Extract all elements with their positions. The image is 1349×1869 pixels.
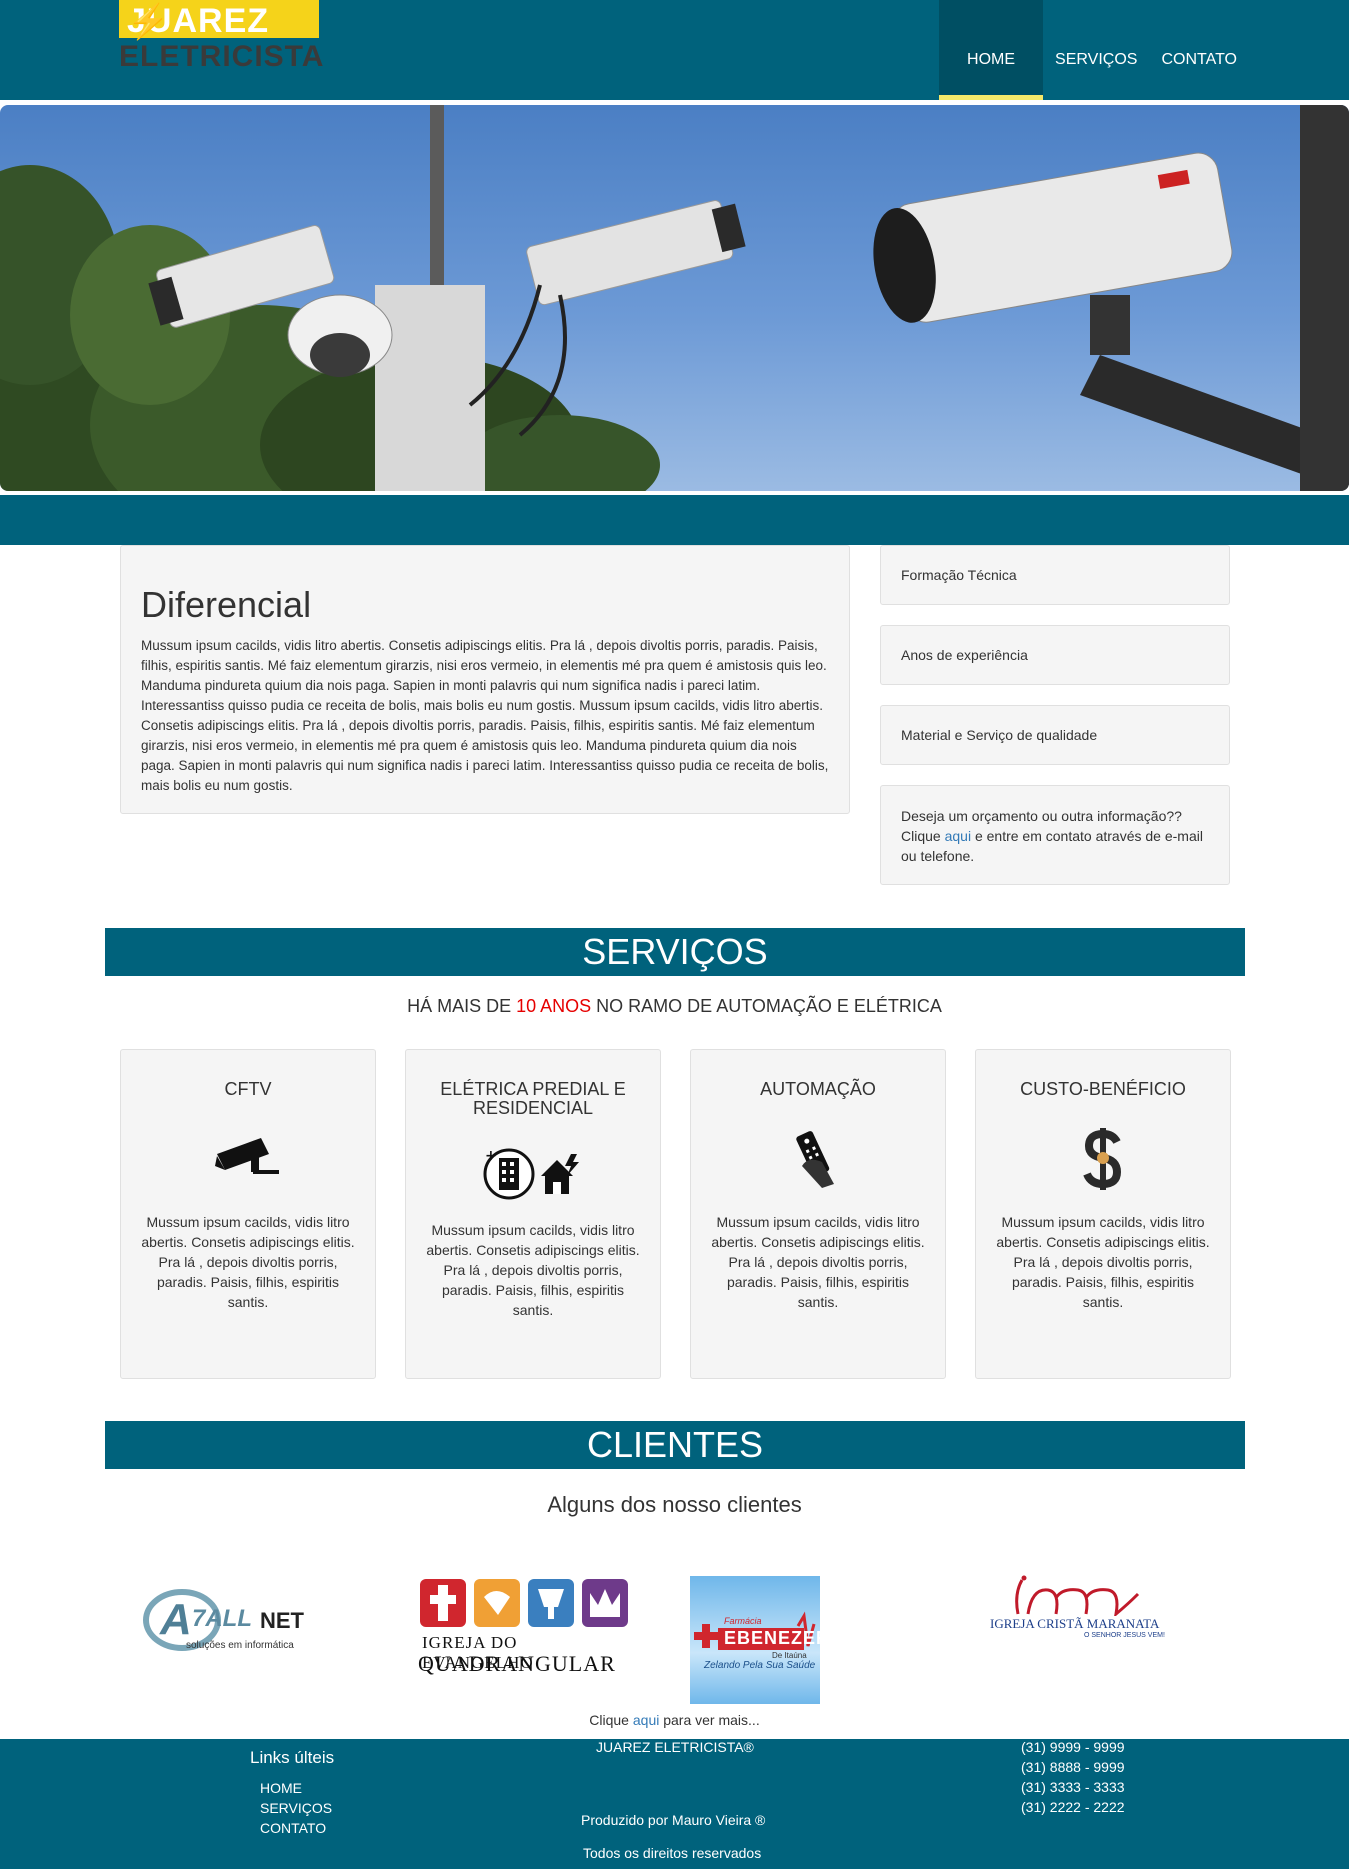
side-item-qualidade: Material e Serviço de qualidade	[880, 705, 1230, 765]
side-item-formacao: Formação Técnica	[880, 545, 1230, 605]
nav-home[interactable]: HOME	[939, 0, 1044, 100]
logo-bottom-text: ELETRICISTA	[119, 40, 325, 73]
main-nav: HOME SERVIÇOS CONTATO	[939, 0, 1249, 100]
service-card-text: Mussum ipsum cacilds, vidis litro aberti…	[711, 1214, 925, 1310]
footer-link-contato[interactable]: CONTATO	[260, 1820, 326, 1836]
service-card-text: Mussum ipsum cacilds, vidis litro aberti…	[426, 1222, 640, 1318]
logo[interactable]: JUAREZ ⚡ ELETRICISTA	[119, 0, 323, 73]
remote-control-icon	[691, 1126, 945, 1190]
side-contact-text: Deseja um orçamento ou outra informação?…	[901, 806, 1209, 866]
subtitle-post: NO RAMO DE AUTOMAÇÃO E ELÉTRICA	[591, 996, 942, 1016]
subtitle-highlight: 10 ANOS	[516, 996, 592, 1016]
servicos-subtitle: HÁ MAIS DE 10 ANOS NO RAMO DE AUTOMAÇÃO …	[0, 996, 1349, 1017]
service-card-eletrica: ELÉTRICA PREDIAL E RESIDENCIAL + Mussum …	[405, 1049, 661, 1379]
client-logo-line2: EBENEZER	[724, 1628, 831, 1648]
logo-top-band: JUAREZ ⚡	[119, 0, 319, 41]
side-item-experiencia: Anos de experiência	[880, 625, 1230, 685]
footer-phone: (31) 9999 - 9999	[1021, 1739, 1125, 1755]
footer-rights: Todos os direitos reservados	[583, 1845, 762, 1861]
footer-links-title: Links últeis	[250, 1748, 335, 1767]
clientes-title: CLIENTES	[105, 1421, 1245, 1469]
building-house-icon: +	[406, 1146, 660, 1202]
subtitle-pre: HÁ MAIS DE	[407, 996, 517, 1016]
site-header: JUAREZ ⚡ ELETRICISTA HOME SERVIÇOS CONTA…	[0, 0, 1349, 100]
side-item-label: Anos de experiência	[901, 647, 1028, 663]
service-card-automacao: AUTOMAÇÃO Mussum ipsum cacilds, vidis li…	[690, 1049, 946, 1379]
footer-link-home[interactable]: HOME	[260, 1780, 302, 1796]
servicos-title: SERVIÇOS	[105, 928, 1245, 976]
svg-text:NET: NET	[260, 1608, 305, 1633]
client-logo-quadrangular[interactable]: IGREJA DO EVANGELHO QUADRANGULAR	[418, 1577, 632, 1676]
client-logo-a7allnet[interactable]: A 7ALL NET soluções em informática	[142, 1586, 322, 1660]
client-logo-tagline: soluções em informática	[186, 1640, 294, 1651]
clientes-subtitle: Alguns dos nosso clientes	[547, 1492, 802, 1517]
svg-text:+: +	[485, 1148, 497, 1164]
service-card-title: CFTV	[224, 1079, 272, 1099]
nav-contato[interactable]: CONTATO	[1149, 0, 1249, 100]
footer-phone: (31) 8888 - 9999	[1021, 1759, 1125, 1775]
service-card-cftv: CFTV Mussum ipsum cacilds, vidis litro a…	[120, 1049, 376, 1379]
see-more-post: para ver mais...	[659, 1712, 760, 1728]
contact-link[interactable]: aqui	[945, 828, 971, 844]
client-logo-maranata[interactable]: IGREJA CRISTÃ MARANATA O SENHOR JESUS VE…	[988, 1574, 1165, 1644]
diferencial-text: Mussum ipsum cacilds, vidis litro aberti…	[141, 638, 829, 793]
see-more-pre: Clique	[589, 1712, 633, 1728]
dollar-icon	[976, 1128, 1230, 1190]
svg-text:7ALL: 7ALL	[192, 1605, 252, 1632]
hero-bottom-band	[0, 495, 1349, 545]
client-logo-line4: Zelando Pela Sua Saúde	[704, 1660, 816, 1671]
client-logo-line1: IGREJA CRISTÃ MARANATA	[990, 1616, 1160, 1631]
side-item-label: Formação Técnica	[901, 567, 1017, 583]
site-footer: Links últeis HOME SERVIÇOS CONTATO JUARE…	[0, 1739, 1349, 1869]
client-logo-line1: Farmácia	[724, 1616, 762, 1626]
service-card-title: AUTOMAÇÃO	[760, 1079, 876, 1099]
service-card-text: Mussum ipsum cacilds, vidis litro aberti…	[141, 1214, 355, 1310]
footer-company: JUAREZ ELETRICISTA®	[596, 1739, 754, 1755]
footer-phone: (31) 3333 - 3333	[1021, 1779, 1125, 1795]
service-card-custo: CUSTO-BENÉFICIO Mussum ipsum cacilds, vi…	[975, 1049, 1231, 1379]
service-card-text: Mussum ipsum cacilds, vidis litro aberti…	[996, 1214, 1210, 1310]
footer-phone: (31) 2222 - 2222	[1021, 1799, 1125, 1815]
lightning-bolt-icon: ⚡	[127, 3, 171, 41]
client-logo-ebenezer[interactable]: Farmácia EBENEZER De Itaúna Zelando Pela…	[690, 1576, 829, 1704]
footer-link-servicos[interactable]: SERVIÇOS	[260, 1800, 332, 1816]
diferencial-title: Diferencial	[141, 584, 312, 625]
client-logo-line2: QUADRANGULAR	[418, 1651, 616, 1676]
security-cameras-illustration	[0, 105, 1349, 491]
side-item-label: Material e Serviço de qualidade	[901, 727, 1098, 743]
footer-produced-by: Produzido por Mauro Vieira ®	[581, 1812, 766, 1828]
svg-text:A: A	[159, 1595, 192, 1644]
client-logo-line2: O SENHOR JESUS VEM!	[1084, 1632, 1165, 1639]
see-more-text: Clique aqui para ver mais...	[0, 1712, 1349, 1728]
client-logo-line3: De Itaúna	[772, 1651, 807, 1660]
hero-image	[0, 105, 1349, 491]
nav-servicos[interactable]: SERVIÇOS	[1043, 0, 1149, 100]
service-card-title: ELÉTRICA PREDIAL E RESIDENCIAL	[440, 1079, 626, 1118]
diferencial-box: Diferencial Mussum ipsum cacilds, vidis …	[120, 545, 850, 814]
side-contact-box: Deseja um orçamento ou outra informação?…	[880, 785, 1230, 885]
cctv-camera-icon	[121, 1132, 375, 1182]
see-more-link[interactable]: aqui	[633, 1712, 659, 1728]
service-card-title: CUSTO-BENÉFICIO	[1020, 1079, 1186, 1099]
page: JUAREZ ⚡ ELETRICISTA HOME SERVIÇOS CONTA…	[0, 0, 1349, 1869]
